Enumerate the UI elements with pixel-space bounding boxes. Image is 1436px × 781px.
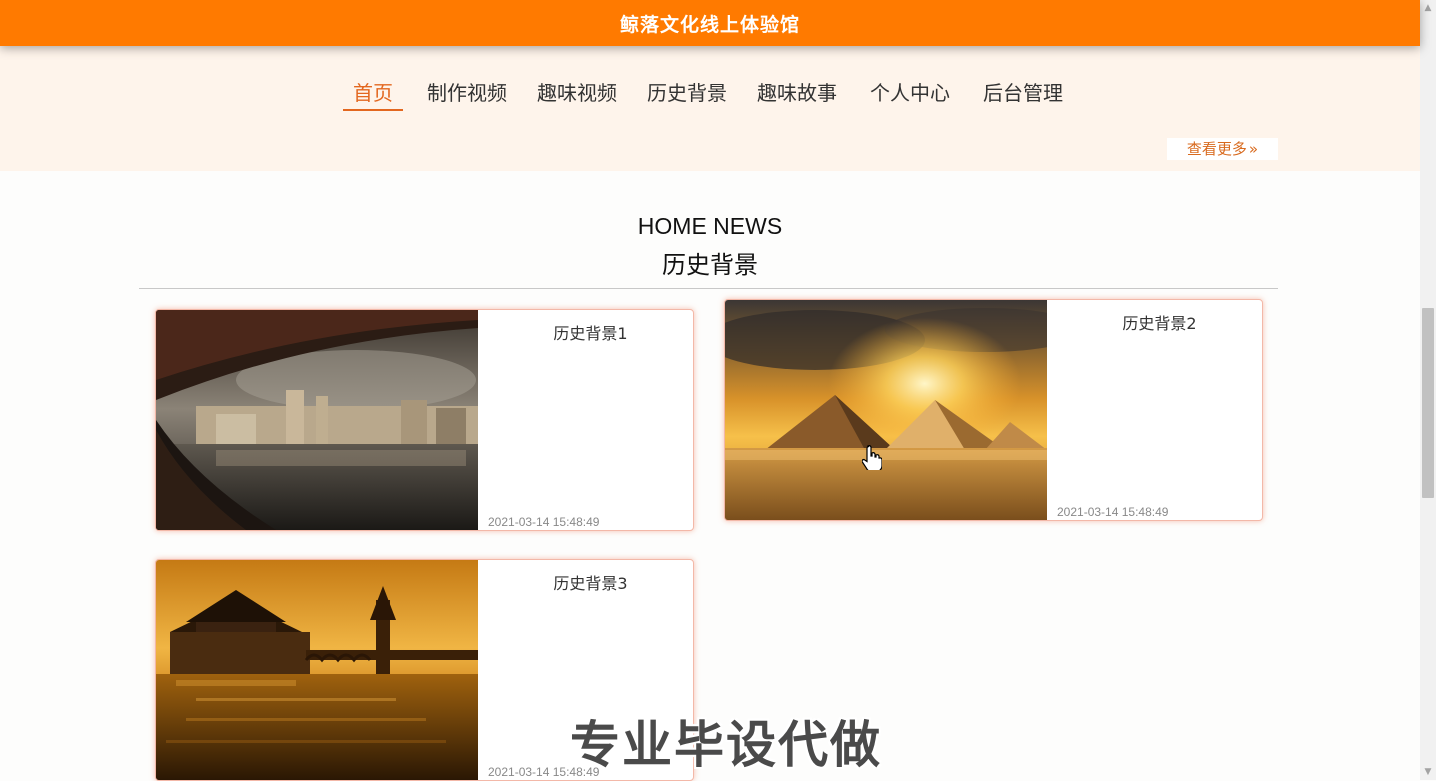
card-image-city-waterfront[interactable] <box>156 310 478 530</box>
card-image-pyramids[interactable] <box>725 300 1047 520</box>
active-nav-underline <box>343 109 403 111</box>
double-chevron-right-icon: » <box>1248 140 1259 158</box>
nav-item-home[interactable]: 首页 <box>353 79 393 107</box>
nav-item-fun-stories[interactable]: 趣味故事 <box>757 79 837 107</box>
view-more-button[interactable]: 查看更多» <box>1167 138 1278 160</box>
top-header-bar: 鲸落文化线上体验馆 <box>0 0 1420 46</box>
nav-item-make-video[interactable]: 制作视频 <box>427 79 507 107</box>
vertical-scrollbar[interactable]: ▲ ▼ <box>1420 0 1436 780</box>
card-image-ancient-tower[interactable] <box>156 560 478 780</box>
scroll-up-arrow-icon[interactable]: ▲ <box>1420 0 1436 16</box>
card-date: 2021-03-14 15:48:49 <box>488 515 600 529</box>
nav-item-admin[interactable]: 后台管理 <box>983 79 1063 107</box>
news-card-1[interactable]: 历史背景1 2021-03-14 15:48:49 <box>155 309 694 531</box>
card-date: 2021-03-14 15:48:49 <box>1057 505 1169 519</box>
section-title-cn: 历史背景 <box>662 251 758 279</box>
card-title[interactable]: 历史背景1 <box>478 320 693 344</box>
section-title-en: HOME NEWS <box>637 213 783 239</box>
nav-band: 首页 制作视频 趣味视频 历史背景 趣味故事 个人中心 后台管理 查看更多» <box>0 46 1420 171</box>
scrollbar-thumb[interactable] <box>1422 308 1434 498</box>
scroll-down-arrow-icon[interactable]: ▼ <box>1420 764 1436 780</box>
main-nav: 首页 制作视频 趣味视频 历史背景 趣味故事 个人中心 后台管理 <box>0 46 1420 126</box>
hand-cursor-icon <box>861 444 883 474</box>
card-title[interactable]: 历史背景2 <box>1047 310 1262 334</box>
view-more-label: 查看更多 <box>1186 140 1247 158</box>
watermark-text: 专业毕设代做 <box>570 716 882 774</box>
section-divider <box>139 288 1278 289</box>
news-card-2[interactable]: 历史背景2 2021-03-14 15:48:49 <box>724 299 1263 521</box>
nav-item-profile[interactable]: 个人中心 <box>870 79 950 107</box>
site-title: 鲸落文化线上体验馆 <box>619 13 800 36</box>
card-title[interactable]: 历史背景3 <box>478 570 693 594</box>
nav-item-fun-video[interactable]: 趣味视频 <box>537 79 617 107</box>
nav-item-history[interactable]: 历史背景 <box>647 79 727 107</box>
